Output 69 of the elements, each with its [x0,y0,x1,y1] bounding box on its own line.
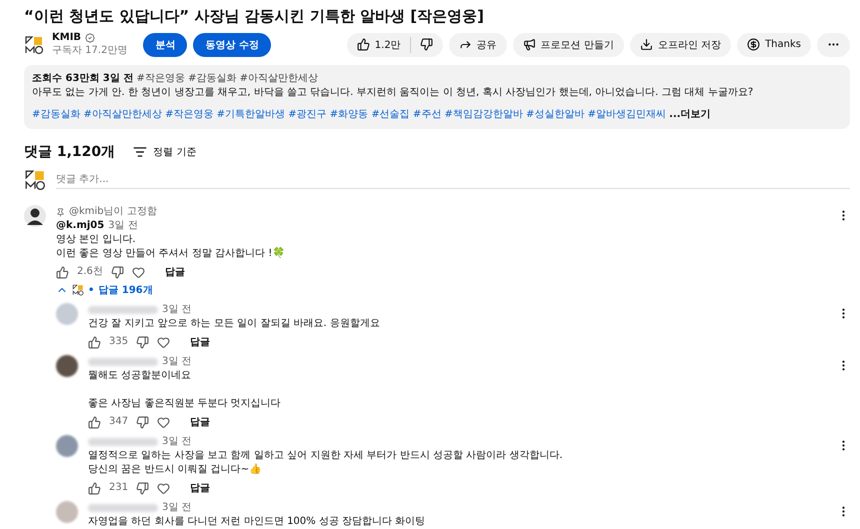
dislike-icon[interactable] [136,416,150,428]
dislike-icon[interactable] [136,482,150,494]
comment-text: 당신의 꿈은 반드시 이뤄질 겁니다~👍 [88,463,262,477]
heart-icon[interactable] [157,416,170,428]
download-button[interactable]: 오프라인 저장 [630,32,732,56]
avatar[interactable] [56,355,78,377]
channel-logo[interactable] [72,284,84,296]
dislike-icon[interactable] [110,266,124,278]
blurred-username [88,306,158,314]
subscriber-count: 구독자 17.2만명 [52,44,128,57]
analytics-button[interactable]: 분석 [143,32,188,56]
like-count: 2.6천 [77,265,103,279]
video-title: “이런 청년도 있답니다” 사장님 감동시킨 기특한 알바생 [작은영웅] [24,6,485,26]
comment-text: 뭘해도 성공할분이네요 [88,369,192,383]
like-icon[interactable] [88,416,101,428]
hashtags[interactable]: #감동실화 #아직살만한세상 #작은영웅 #기특한알바생 #광진구 #화양동 #선술집 #주선 #책임감강한알바 #성실한알바 #알바생김민재씨 [32,109,666,120]
channel-logo[interactable] [24,34,44,54]
blurred-username [88,438,158,446]
like-dislike-button[interactable]: 1.2만 [346,32,443,56]
download-icon [640,38,653,51]
dollar-icon [747,38,760,51]
sort-icon [133,145,148,159]
reply-button[interactable]: 답글 [178,335,210,349]
reply-button[interactable]: 답글 [178,481,210,495]
like-icon[interactable] [88,336,101,348]
edit-video-button[interactable]: 동영상 수정 [193,32,271,56]
comment-text: 열정적으로 일하는 사장을 보고 함께 일하고 싶어 지원한 자세 부터가 반드시 성공할 사람이라 생각합니다. [88,449,564,463]
comment-time: 3일 전 [162,435,192,449]
blurred-username [88,358,158,366]
avatar[interactable] [24,205,46,227]
promo-button[interactable]: 프로모션 만들기 [512,32,624,56]
comment-count: 댓글 1,120개 [24,143,116,161]
comment-text: 자영업을 하던 회사를 다니던 저런 마인드면 100% 성공 장담합니다 화이팅 [88,515,426,529]
comment-time: 3일 전 [162,303,192,317]
comment-time: 3일 전 [162,355,192,369]
dislike-icon[interactable] [136,336,150,348]
pin-icon [56,208,65,216]
reply-button[interactable]: 답글 [178,415,210,429]
show-more-link[interactable]: ...더보기 [669,109,711,120]
comment-time: 3일 전 [108,219,138,233]
replies-toggle[interactable]: • 답글 196개 [56,283,850,297]
comment-time: 3일 전 [162,501,192,515]
heart-icon[interactable] [157,482,170,494]
reply-button[interactable]: 답글 [152,265,185,279]
comment-text: 건강 잘 지키고 앞으로 하는 모든 일이 잘되길 바래요. 응원할게요 [88,317,381,331]
channel-logo[interactable] [24,169,46,191]
megaphone-icon [522,38,536,51]
heart-icon[interactable] [132,266,145,278]
comment-text: 좋은 사장님 좋은직원분 두분다 멋지십니다 [88,397,282,411]
comment-author[interactable]: @k.mj05 [56,219,104,233]
share-button[interactable]: 공유 [448,32,507,56]
like-icon[interactable] [56,266,69,278]
separator-dot: • [88,284,94,296]
like-count: 231 [109,481,128,495]
dislike-icon [420,38,433,51]
like-count: 335 [109,335,128,349]
description-text: 조회수 63만회 3일 전 #작은영웅 #감동실화 #아직살만한세상 아무도 없는 가게 안. 한 청년이 냉장고를 채우고, 바닥을 쓸고 닦습니다. 부지런히 움직이는 이 청년, 혹시 사장님인가 했는데, 아니었습니다. 그럼 대체 누굴까요? [32,72,754,100]
comment-text: 이런 좋은 영상 만들어 주셔서 정말 감사합니다 !🍀 [56,247,286,261]
comment-text: 영상 본인 입니다. [56,233,137,247]
heart-icon[interactable] [157,336,170,348]
like-icon[interactable] [88,482,101,494]
like-icon [356,38,370,51]
like-count: 347 [109,415,128,429]
channel-name[interactable]: KMIB [52,32,82,43]
share-icon [458,38,472,51]
pinned-label: @kmib님이 고정함 [69,205,157,219]
blurred-username [88,504,158,512]
sort-button[interactable]: 정렬 기준 [133,145,196,159]
thanks-button[interactable]: Thanks [737,32,811,56]
